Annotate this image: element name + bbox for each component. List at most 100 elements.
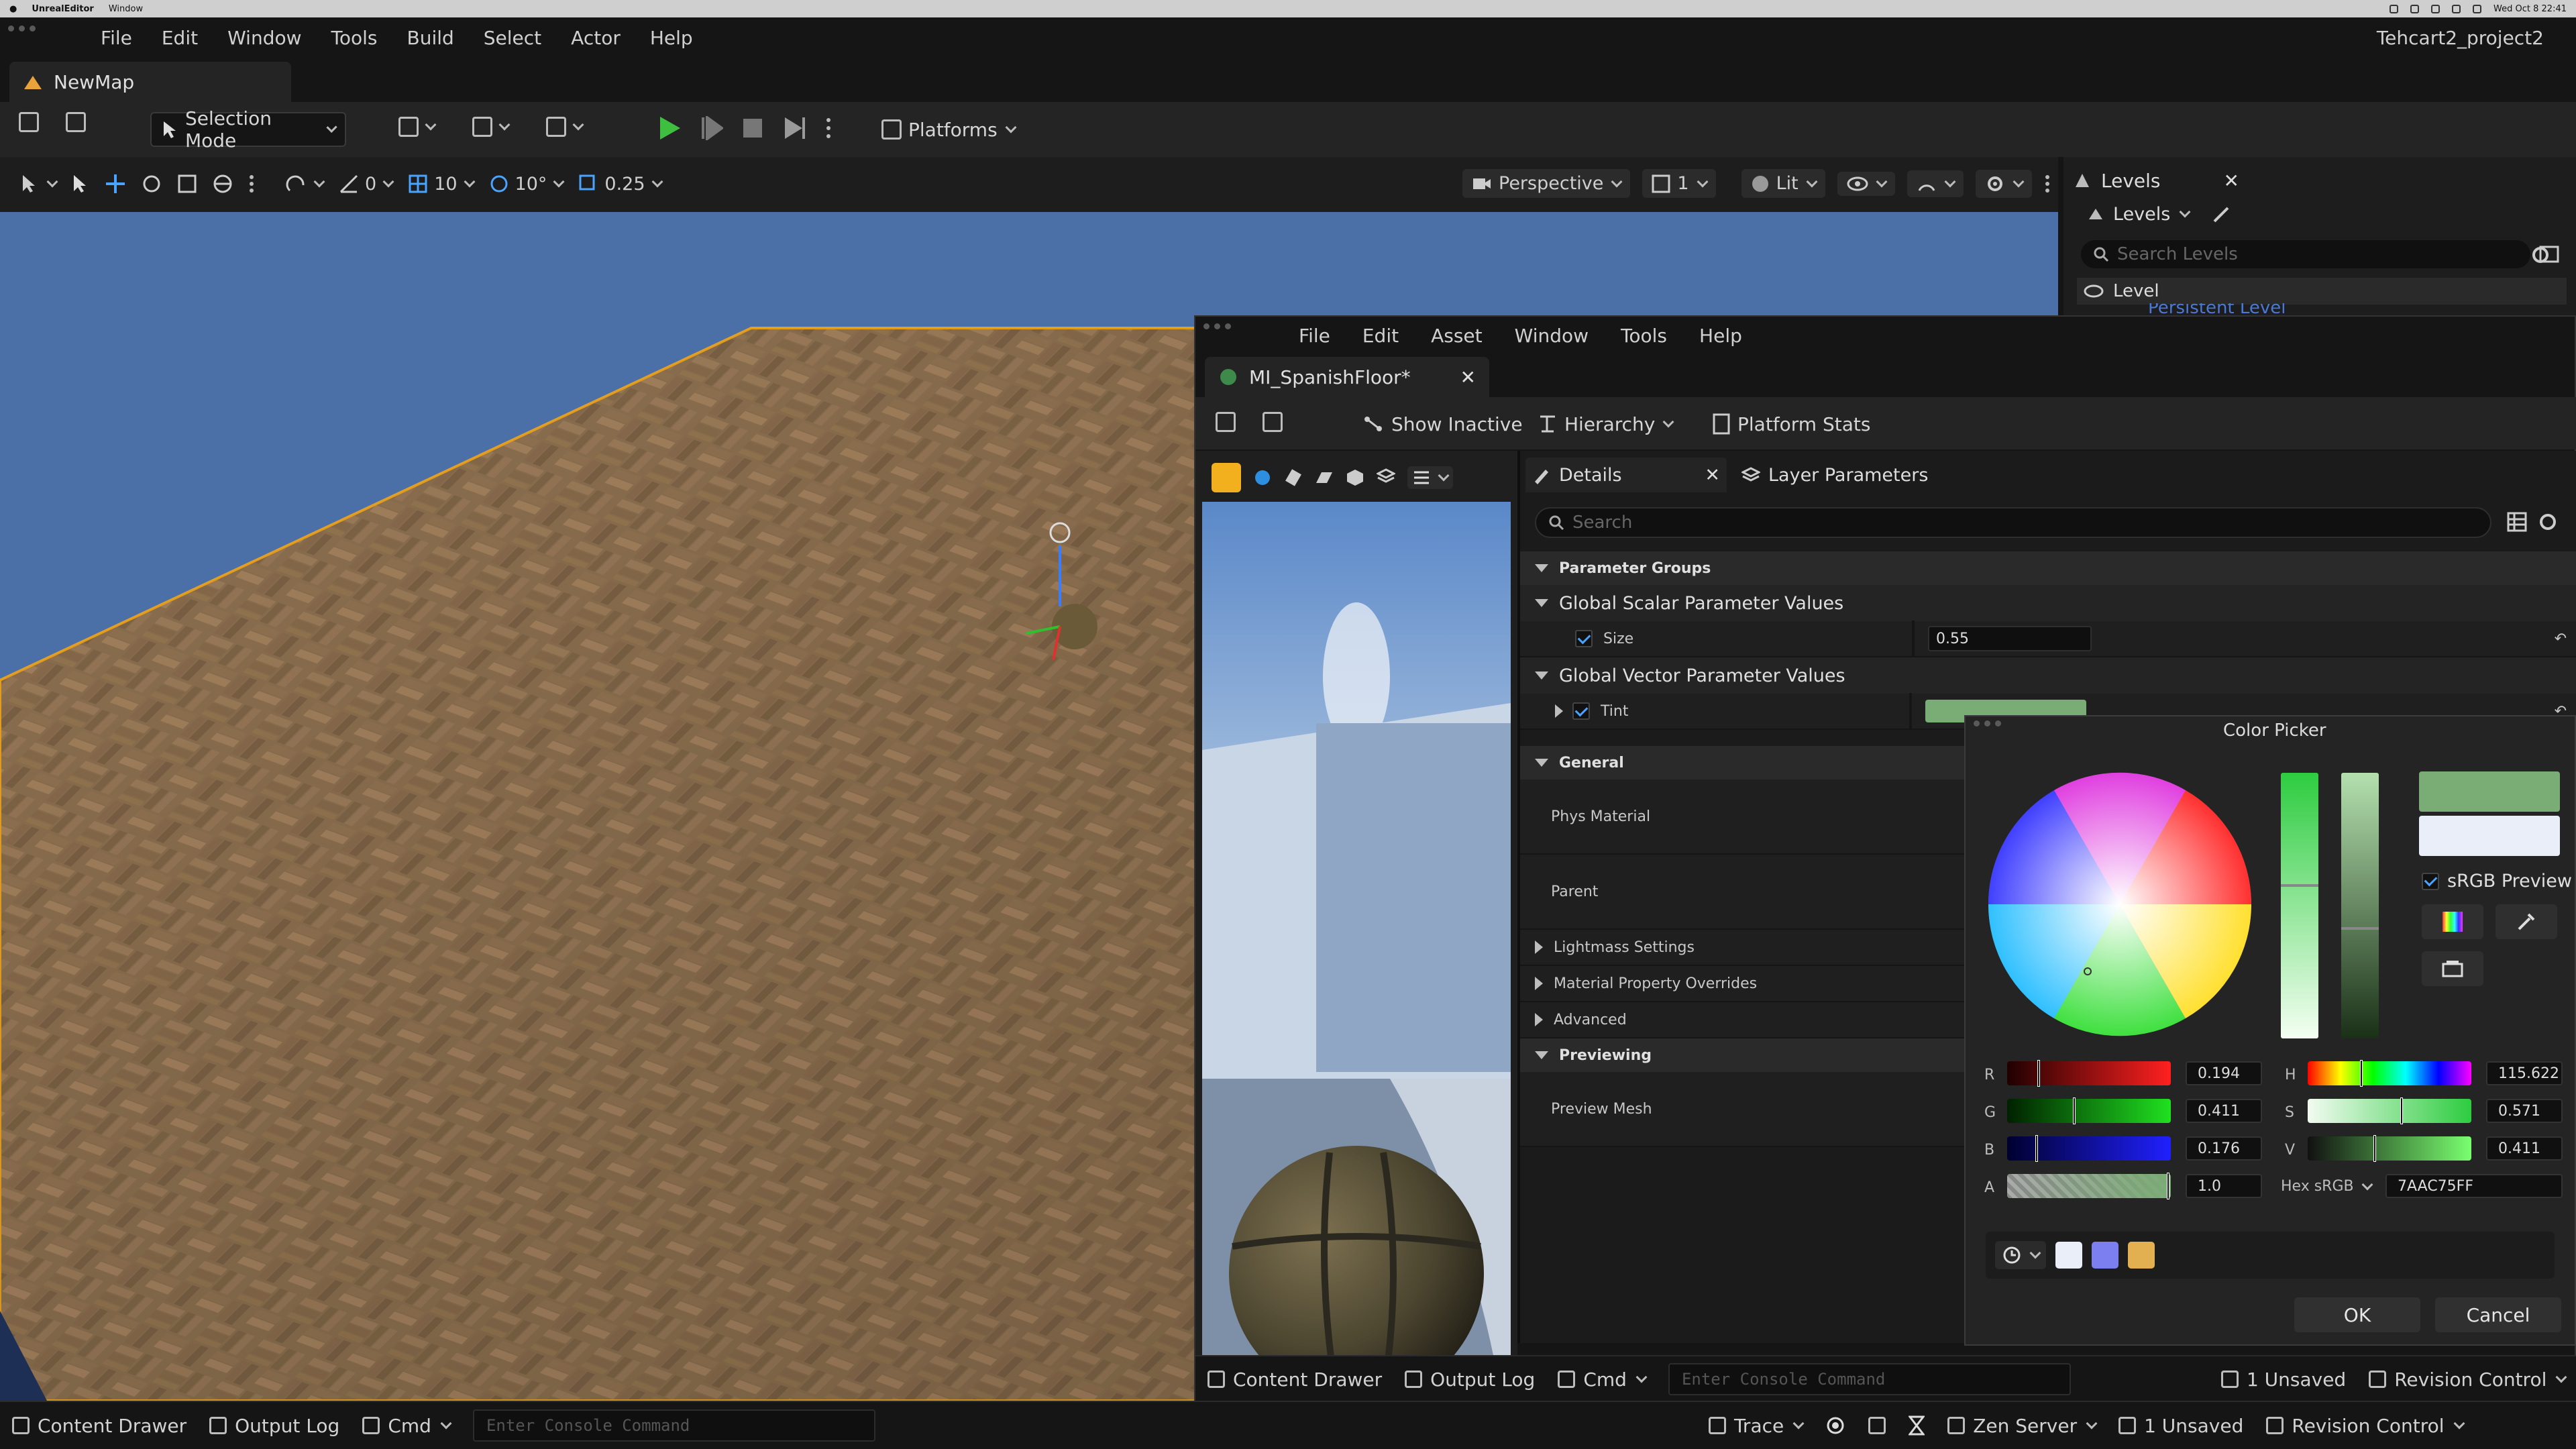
window-controls[interactable] <box>8 25 36 32</box>
section-parameter-groups[interactable]: Parameter Groups <box>1520 551 2576 585</box>
world-icon[interactable] <box>212 173 233 195</box>
table-view-icon[interactable] <box>2506 511 2528 533</box>
more-options-icon[interactable] <box>825 116 832 140</box>
content-browser-icon[interactable] <box>66 112 86 132</box>
browse-icon[interactable] <box>1263 412 1283 432</box>
zen-server-dropdown[interactable]: Zen Server <box>1947 1415 2098 1437</box>
performance-dropdown[interactable] <box>1907 170 1964 197</box>
details-search[interactable]: Search <box>1535 507 2491 538</box>
save-icon[interactable] <box>19 112 39 132</box>
value-slider[interactable] <box>2341 773 2379 1038</box>
picker-window-controls[interactable] <box>1974 720 2001 727</box>
output-log-button[interactable]: Output Log <box>209 1415 339 1437</box>
os-menu-window[interactable]: Window <box>109 4 143 14</box>
eject-icon[interactable] <box>782 116 806 140</box>
show-inactive-button[interactable]: Show Inactive <box>1352 407 1532 441</box>
cube-preview-icon[interactable] <box>1346 468 1364 487</box>
alpha-slider[interactable] <box>2007 1173 2171 1199</box>
menu-actor[interactable]: Actor <box>571 27 621 49</box>
select-arrow-icon[interactable] <box>71 174 90 194</box>
green-handle[interactable] <box>2073 1097 2076 1124</box>
editor-window-controls[interactable] <box>1203 323 1231 329</box>
editor-menu-file[interactable]: File <box>1299 325 1330 347</box>
color-wheel[interactable] <box>1986 770 2254 1038</box>
realtime-toggle-icon[interactable] <box>1212 463 1241 492</box>
hue-handle[interactable] <box>2360 1060 2363 1087</box>
save-icon[interactable] <box>1216 412 1236 432</box>
step-icon[interactable] <box>700 116 723 140</box>
trace-dropdown[interactable]: Trace <box>1708 1415 1805 1437</box>
show-dropdown[interactable] <box>1837 171 1895 196</box>
rotation-snap[interactable]: 0 <box>338 173 394 195</box>
platforms-dropdown[interactable]: Platforms <box>872 112 1024 147</box>
cancel-button[interactable]: Cancel <box>2435 1297 2561 1332</box>
angle-snap[interactable]: 10° <box>488 173 565 195</box>
saturation-slider[interactable] <box>2281 773 2318 1038</box>
levels-dropdown[interactable]: Levels <box>2086 203 2233 225</box>
battery-icon[interactable] <box>2473 4 2482 13</box>
move-icon[interactable] <box>105 173 126 195</box>
rotate-icon[interactable] <box>141 173 162 195</box>
alpha-value[interactable]: 1.0 <box>2186 1174 2262 1198</box>
gear-icon[interactable] <box>2537 511 2559 533</box>
recent-color-3[interactable] <box>2128 1242 2155 1269</box>
cinematics-button[interactable] <box>546 117 584 137</box>
menu-help[interactable]: Help <box>650 27 693 49</box>
add-actor-button[interactable] <box>398 117 437 137</box>
val-handle[interactable] <box>2373 1135 2376 1162</box>
hourglass-button[interactable] <box>1909 1415 1925 1436</box>
blue-value[interactable]: 0.176 <box>2186 1136 2262 1161</box>
alpha-handle[interactable] <box>2167 1173 2169 1199</box>
menu-select[interactable]: Select <box>484 27 541 49</box>
scale-icon[interactable] <box>177 174 197 194</box>
cmd-dropdown[interactable]: Cmd <box>362 1415 452 1437</box>
section-global-vector[interactable]: Global Vector Parameter Values <box>1520 657 2576 694</box>
red-handle[interactable] <box>2037 1060 2040 1087</box>
menu-tools[interactable]: Tools <box>331 27 378 49</box>
hex-value[interactable]: 7AAC75FF <box>2385 1174 2563 1198</box>
scale-snap[interactable]: 0.25 <box>578 173 663 195</box>
details-tab[interactable]: Details ✕ <box>1525 458 1727 492</box>
grid-snap[interactable]: 10 <box>407 173 476 195</box>
more-icon[interactable] <box>248 173 255 195</box>
green-slider[interactable] <box>2007 1097 2171 1124</box>
material-preview-viewport[interactable] <box>1202 502 1511 1449</box>
sat-handle[interactable] <box>2400 1097 2403 1124</box>
os-app-name[interactable]: UnrealEditor <box>32 4 93 14</box>
close-icon[interactable]: ✕ <box>1460 366 1476 388</box>
hue-slider[interactable] <box>2308 1060 2471 1087</box>
saturation-handle[interactable] <box>2281 884 2318 887</box>
visibility-icon[interactable] <box>2084 284 2104 299</box>
color-spectrum-button[interactable] <box>2422 904 2483 939</box>
mesh-preview-icon[interactable] <box>1377 468 1395 487</box>
section-global-scalar[interactable]: Global Scalar Parameter Values <box>1520 585 2576 621</box>
preview-options-menu[interactable] <box>1407 466 1453 489</box>
sat-slider[interactable] <box>2308 1097 2471 1124</box>
editor-revision-control[interactable]: Revision Control <box>2369 1368 2567 1391</box>
settings-dropdown[interactable] <box>1975 169 2032 198</box>
close-icon[interactable]: ✕ <box>1705 465 1720 486</box>
recent-color-1[interactable] <box>2055 1242 2082 1269</box>
blueprint-button[interactable] <box>472 117 511 137</box>
levels-tab[interactable]: Levels ✕ <box>2073 164 2239 197</box>
editor-console-input[interactable]: Enter Console Command <box>1668 1363 2071 1395</box>
editor-output-log[interactable]: Output Log <box>1405 1368 1535 1391</box>
menu-file[interactable]: File <box>101 27 132 49</box>
perspective-dropdown[interactable]: Perspective <box>1462 169 1631 198</box>
eyedropper-button[interactable] <box>2496 904 2557 939</box>
lit-dropdown[interactable]: Lit <box>1741 169 1825 198</box>
content-drawer-button[interactable]: Content Drawer <box>12 1415 186 1437</box>
platform-stats-button[interactable]: Platform Stats <box>1703 407 1880 441</box>
stop-icon[interactable] <box>742 117 763 139</box>
reset-icon[interactable]: ↶ <box>2555 631 2567 647</box>
selection-mode-dropdown[interactable]: Selection Mode <box>150 107 346 152</box>
editor-menu-window[interactable]: Window <box>1515 325 1589 347</box>
editor-content-drawer[interactable]: Content Drawer <box>1208 1368 1382 1391</box>
editor-menu-help[interactable]: Help <box>1699 325 1742 347</box>
camera-speed-dropdown[interactable]: 1 <box>1642 169 1716 198</box>
tint-checkbox[interactable] <box>1572 702 1590 720</box>
layer-parameters-tab[interactable]: Layer Parameters <box>1741 458 1928 492</box>
persistent-level[interactable]: Persistent Level <box>2148 303 2286 315</box>
size-value-input[interactable]: 0.55 <box>1928 626 2092 651</box>
console-input[interactable]: Enter Console Command <box>472 1409 875 1442</box>
